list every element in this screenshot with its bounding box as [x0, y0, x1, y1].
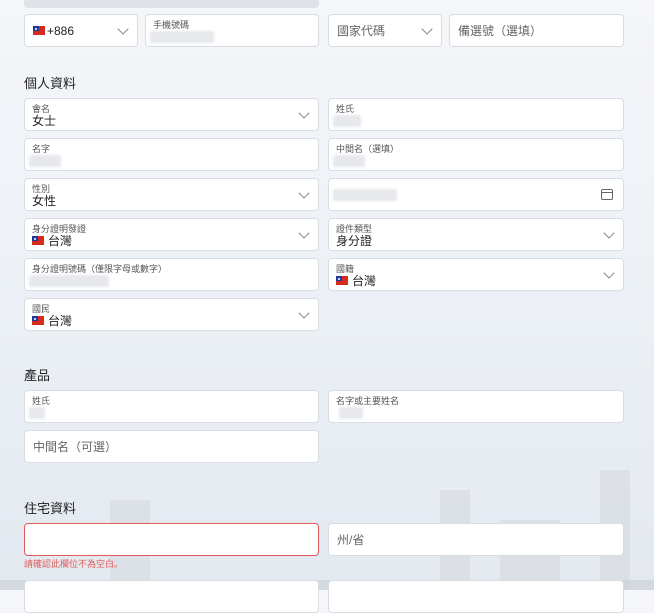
nationality-value-wrap: 台灣: [336, 272, 376, 289]
middle-name-label: 中間名（選填）: [336, 144, 400, 154]
product-middle-name-placeholder: 中間名（可選）: [33, 440, 118, 454]
surname-value-redacted: [333, 115, 361, 127]
phone-label: 手機號碼: [153, 20, 190, 30]
given-name-label: 名字: [32, 144, 51, 154]
calendar-icon[interactable]: [601, 188, 613, 200]
taiwan-flag-icon: [32, 236, 44, 245]
title-value: 女士: [32, 114, 57, 128]
chevron-down-icon: [298, 226, 310, 239]
id-number-field[interactable]: 身分證明號碼（僅限字母或數字）: [24, 258, 319, 291]
product-section-title: 產品: [24, 368, 51, 383]
birthdate-field[interactable]: [328, 178, 624, 211]
doc-type-select[interactable]: 證件類型 身分證: [328, 218, 624, 251]
residence-value: 台灣: [48, 314, 73, 328]
nationality-value: 台灣: [352, 274, 377, 288]
id-issuer-value-wrap: 台灣: [32, 232, 72, 249]
backup-phone-placeholder: 備選號（選填）: [458, 24, 543, 38]
taiwan-flag-icon: [32, 316, 44, 325]
address-error-text: 請確認此欄位不為空白。: [24, 559, 124, 569]
middle-name-field[interactable]: 中間名（選填）: [328, 138, 624, 171]
residence-select[interactable]: 國民 台灣: [24, 298, 319, 331]
address-field-partial-2[interactable]: [328, 580, 624, 613]
product-given-name-field[interactable]: 名字或主要姓名: [328, 390, 624, 423]
state-placeholder: 州/省: [337, 533, 365, 547]
chevron-down-icon: [298, 306, 310, 319]
birthdate-value-redacted: [333, 189, 397, 201]
surname-field[interactable]: 姓氏: [328, 98, 624, 131]
backup-phone-field[interactable]: 備選號（選填）: [449, 14, 624, 47]
id-issuer-value: 台灣: [48, 234, 73, 248]
gender-value: 女性: [32, 194, 57, 208]
id-issuer-select[interactable]: 身分證明發證 台灣: [24, 218, 319, 251]
chevron-down-icon: [603, 266, 615, 279]
product-surname-label: 姓氏: [32, 396, 51, 406]
country-code-placeholder: 國家代碼: [337, 24, 386, 38]
country-code-value: +886: [47, 23, 75, 38]
id-number-value-redacted: [29, 275, 109, 287]
nationality-select[interactable]: 國籍 台灣: [328, 258, 624, 291]
title-select[interactable]: 會名 女士: [24, 98, 319, 131]
chevron-down-icon: [298, 186, 310, 199]
product-middle-name-field[interactable]: 中間名（可選）: [24, 430, 319, 463]
chevron-down-icon: [298, 106, 310, 119]
id-number-label: 身分證明號碼（僅限字母或數字）: [32, 264, 168, 274]
phone-value-redacted: [150, 31, 214, 43]
country-code-select-2[interactable]: 國家代碼: [328, 14, 442, 47]
taiwan-flag-icon: [33, 26, 45, 35]
chevron-down-icon: [421, 22, 433, 35]
taiwan-flag-icon: [336, 276, 348, 285]
phone-field[interactable]: 手機號碼: [145, 14, 319, 47]
address-section-title: 住宅資料: [24, 501, 77, 516]
personal-section-title: 個人資料: [24, 76, 77, 91]
given-name-value-redacted: [29, 155, 61, 167]
address-field-partial-1[interactable]: [24, 580, 319, 613]
address-line-field[interactable]: [24, 523, 319, 556]
product-given-name-value-redacted: [339, 407, 363, 419]
product-surname-value-redacted: [29, 407, 45, 419]
chevron-down-icon: [117, 22, 129, 35]
given-name-field[interactable]: 名字: [24, 138, 319, 171]
top-bar: [24, 0, 319, 8]
doc-type-value: 身分證: [336, 234, 373, 248]
product-given-name-label: 名字或主要姓名: [336, 396, 400, 406]
country-code-select[interactable]: +886: [24, 14, 138, 47]
chevron-down-icon: [603, 226, 615, 239]
middle-name-value-redacted: [333, 155, 365, 167]
gender-select[interactable]: 性別 女性: [24, 178, 319, 211]
state-field[interactable]: 州/省: [328, 523, 624, 556]
product-surname-field[interactable]: 姓氏: [24, 390, 319, 423]
surname-label: 姓氏: [336, 104, 355, 114]
residence-value-wrap: 台灣: [32, 312, 72, 329]
